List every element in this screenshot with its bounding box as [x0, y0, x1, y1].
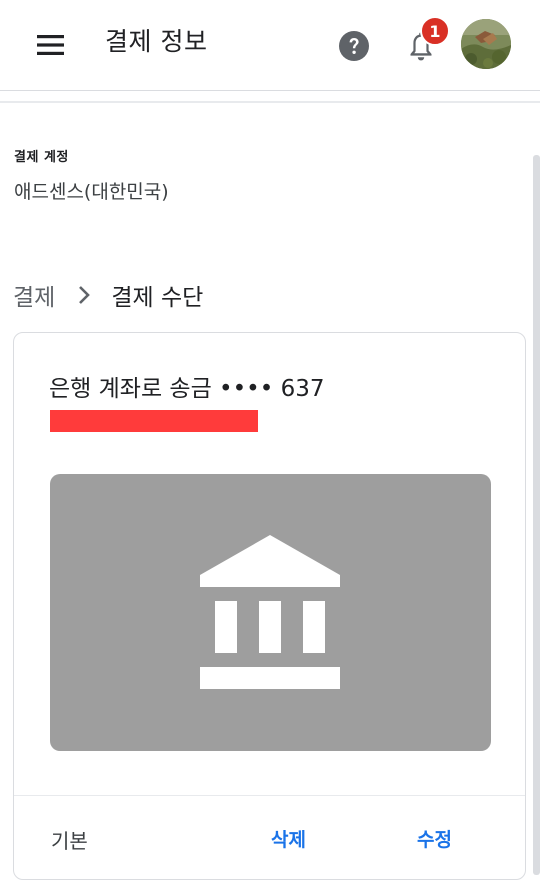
default-label: 기본 — [51, 829, 88, 853]
toolbar-divider — [0, 101, 540, 103]
help-button[interactable] — [332, 24, 376, 68]
app-header: 결제 정보 1 — [0, 0, 540, 91]
notifications-button[interactable]: 1 — [398, 16, 450, 70]
avatar[interactable] — [461, 19, 511, 69]
breadcrumb-current: 결제 수단 — [111, 285, 204, 311]
avatar-photo — [461, 19, 511, 69]
scrollbar[interactable] — [533, 155, 540, 875]
notification-badge: 1 — [420, 16, 450, 46]
account-name: 애드센스(대한민국) — [14, 181, 169, 203]
edit-button[interactable]: 수정 — [417, 825, 452, 852]
card-divider — [14, 795, 525, 796]
account-label: 결제 계정 — [14, 150, 69, 165]
menu-button[interactable] — [28, 22, 74, 68]
delete-button[interactable]: 삭제 — [271, 825, 306, 852]
payment-method-title: 은행 계좌로 송금 •••• 637 — [49, 376, 325, 402]
page-title: 결제 정보 — [105, 27, 208, 56]
breadcrumb: 결제 결제 수단 — [13, 278, 203, 312]
menu-icon — [37, 35, 64, 55]
payment-info-page: 결제 정보 1 결제 계정 애드센스(대한민국) 결제 결제 수단 은행 계좌로… — [0, 0, 540, 895]
breadcrumb-parent-link[interactable]: 결제 — [13, 278, 55, 312]
chevron-right-icon — [73, 284, 95, 306]
help-icon — [339, 31, 369, 61]
bank-account-image — [50, 474, 491, 751]
bank-icon — [200, 535, 340, 689]
payment-method-card: 은행 계좌로 송금 •••• 637 기본 삭제 수정 — [13, 332, 526, 880]
redaction-bar — [50, 410, 258, 432]
